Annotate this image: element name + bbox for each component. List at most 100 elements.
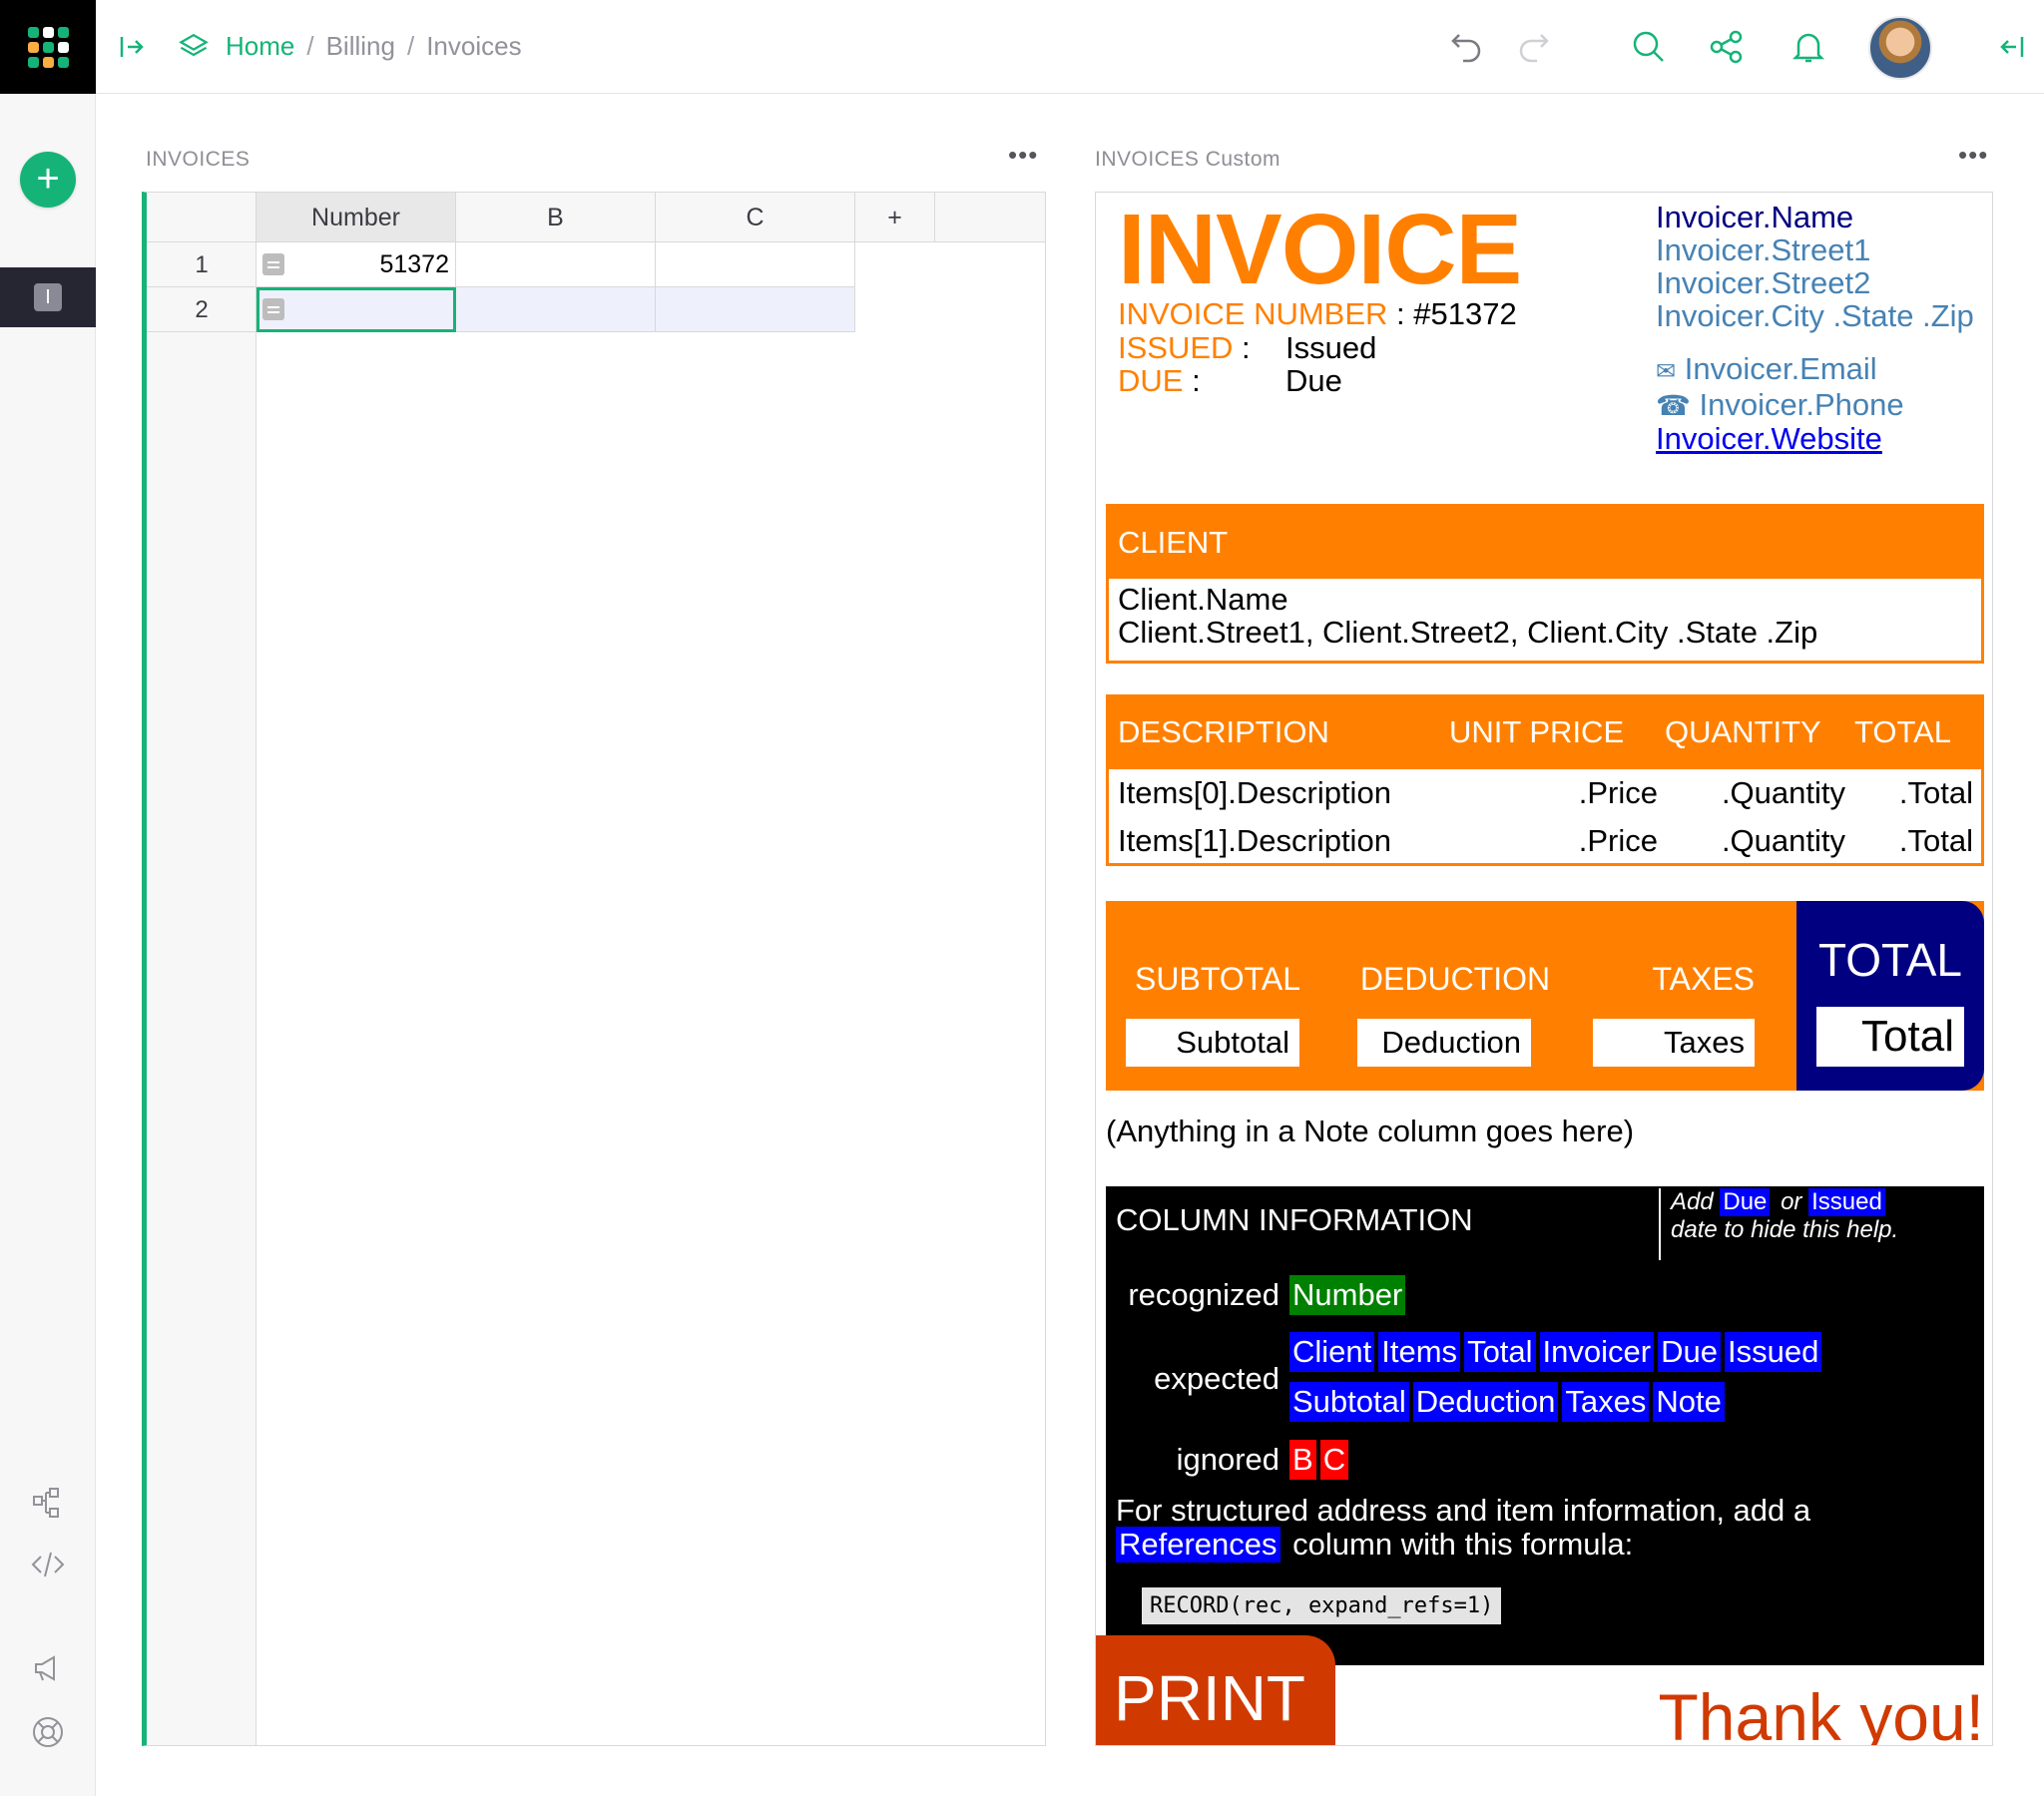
item-row: Items[1].Description .Price .Quantity .T… [1109, 817, 1981, 865]
add-column-button[interactable]: + [855, 193, 935, 242]
header-filler [935, 193, 1045, 242]
items-table: DESCRIPTION UNIT PRICE QUANTITY TOTAL It… [1106, 694, 1984, 866]
invoicer-email: Invoicer.Email [1684, 351, 1877, 386]
total-box: TOTAL Total [1796, 901, 1984, 1091]
invoice-title: INVOICE [1118, 194, 1522, 305]
invoicer-name: Invoicer.Name [1656, 200, 1854, 234]
thank-you-text: Thank you! [1658, 1680, 1984, 1746]
page-item-invoices[interactable]: I [0, 267, 96, 327]
formula-code: RECORD(rec, expand_refs=1) [1142, 1587, 1502, 1624]
note-text: (Anything in a Note column goes here) [1106, 1114, 1635, 1148]
cell-c-new[interactable] [656, 287, 855, 332]
page-initial: I [34, 283, 62, 311]
breadcrumb-invoices[interactable]: Invoices [426, 31, 521, 62]
share-icon[interactable] [1707, 27, 1747, 67]
item-price: .Price [1578, 823, 1658, 858]
breadcrumb-home[interactable]: Home [226, 31, 294, 62]
cell-b[interactable] [456, 242, 656, 287]
cell-number-new[interactable] [256, 287, 456, 332]
due-line: DUE : [1118, 363, 1201, 399]
raw-data-icon[interactable] [28, 1483, 68, 1523]
column-header-b[interactable]: B [456, 193, 656, 242]
panel-open-icon[interactable] [112, 27, 152, 67]
column-header-c[interactable]: C [656, 193, 855, 242]
invoicer-website-link[interactable]: Invoicer.Website [1656, 421, 1882, 456]
structured-info-text: For structured address and item informat… [1116, 1494, 1974, 1563]
item-total: .Total [1898, 823, 1973, 858]
avatar[interactable] [1868, 16, 1932, 80]
phone-icon: ☎ [1656, 390, 1691, 421]
item-description: Items[1].Description [1118, 823, 1391, 858]
section-menu-button[interactable]: ••• [1958, 140, 1988, 171]
print-button[interactable]: PRINT [1096, 1635, 1335, 1745]
grid-corner[interactable] [147, 193, 256, 242]
breadcrumb-separator: / [306, 30, 314, 61]
structured-text-2: column with this formula: [1292, 1527, 1634, 1562]
cell-b-new[interactable] [456, 287, 656, 332]
taxes-value: Taxes [1593, 1019, 1755, 1067]
issued-label: ISSUED [1118, 330, 1234, 365]
left-rail: + I [0, 0, 96, 1796]
panel-collapse-icon[interactable] [1992, 27, 2032, 67]
code-icon[interactable] [28, 1545, 68, 1584]
ignored-label: ignored [1176, 1442, 1279, 1477]
invoicer-block: Invoicer.Name Invoicer.Street1 Invoicer.… [1656, 201, 1974, 455]
help-rest: date to hide this help. [1671, 1216, 1899, 1243]
total-value: Total [1816, 1007, 1964, 1067]
issued-line: ISSUED : [1118, 330, 1251, 366]
breadcrumb-billing[interactable]: Billing [326, 31, 395, 62]
invoice-custom-widget: INVOICE INVOICE NUMBER : #51372 ISSUED :… [1095, 192, 1993, 1746]
item-quantity: .Quantity [1721, 775, 1845, 810]
recognized-tags: Number [1289, 1275, 1409, 1315]
item-price: .Price [1578, 775, 1658, 810]
column-tag: Taxes [1562, 1382, 1650, 1422]
column-info-header: COLUMN INFORMATION [1116, 1202, 1473, 1237]
envelope-icon: ✉ [1656, 358, 1677, 385]
taxes-label: TAXES [1652, 961, 1755, 997]
invoices-grid[interactable]: Number B C + 1 51372 2 [142, 192, 1046, 1746]
row-number-column [147, 193, 256, 1745]
column-tag: Deduction [1412, 1382, 1559, 1422]
item-total: .Total [1898, 775, 1973, 810]
row-number[interactable]: 2 [147, 287, 256, 332]
client-box: CLIENT Client.Name Client.Street1, Clien… [1106, 504, 1984, 664]
column-header-number[interactable]: Number [256, 193, 456, 242]
column-tag: Issued [1724, 1332, 1822, 1372]
item-row: Items[0].Description .Price .Quantity .T… [1109, 769, 1981, 817]
undo-icon[interactable] [1447, 27, 1487, 67]
redo-icon[interactable] [1513, 27, 1553, 67]
section-menu-button[interactable]: ••• [1008, 140, 1038, 171]
help-or: or [1781, 1188, 1802, 1215]
grist-logo-icon[interactable] [0, 0, 96, 94]
hide-help-note: Add Due or Issued date to hide this help… [1659, 1188, 1978, 1260]
help-issued-tag: Issued [1808, 1188, 1885, 1216]
cell-number[interactable]: 51372 [256, 242, 456, 287]
cell-c[interactable] [656, 242, 855, 287]
column-tag: Note [1653, 1382, 1725, 1422]
search-icon[interactable] [1629, 27, 1669, 67]
add-new-button[interactable]: + [20, 152, 76, 208]
row-number[interactable]: 1 [147, 242, 256, 287]
row-card-icon[interactable] [262, 298, 284, 320]
invoicer-street1: Invoicer.Street1 [1656, 232, 1871, 267]
deduction-label: DEDUCTION [1359, 961, 1551, 997]
item-description: Items[0].Description [1118, 775, 1391, 810]
bell-icon[interactable] [1788, 27, 1828, 67]
breadcrumb-separator: / [406, 30, 415, 61]
column-tag: Invoicer [1539, 1332, 1655, 1372]
section-title-invoices: INVOICES [146, 148, 251, 171]
items-header: DESCRIPTION UNIT PRICE QUANTITY TOTAL [1109, 697, 1981, 769]
top-bar: Home / Billing / Invoices [96, 0, 2044, 94]
section-title-invoices-custom: INVOICES Custom [1095, 148, 1281, 171]
column-tag: B [1289, 1440, 1316, 1480]
client-body: Client.Name Client.Street1, Client.Stree… [1109, 579, 1981, 649]
row-card-icon[interactable] [262, 253, 284, 275]
column-tag: C [1319, 1440, 1349, 1480]
client-address: Client.Street1, Client.Street2, Client.C… [1118, 615, 1818, 650]
due-value: Due [1285, 363, 1342, 398]
megaphone-icon[interactable] [28, 1648, 68, 1688]
header-quantity: QUANTITY [1665, 714, 1821, 749]
lifebuoy-icon[interactable] [28, 1712, 68, 1752]
issued-colon: : [1242, 330, 1251, 365]
item-quantity: .Quantity [1721, 823, 1845, 858]
